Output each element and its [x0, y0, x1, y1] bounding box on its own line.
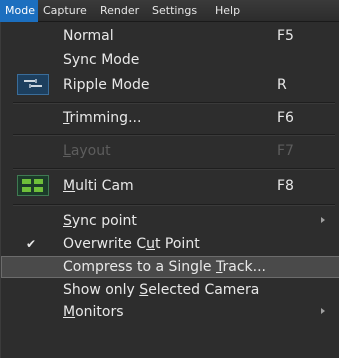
menu-bar: Mode Capture Render Settings Help — [0, 0, 339, 22]
menu-mode[interactable]: Mode — [0, 0, 38, 22]
submenu-arrow-icon — [321, 308, 325, 314]
mode-dropdown-menu: Normal F5 Sync Mode Ripple Mode R Trimmi… — [0, 22, 339, 358]
menu-item-ripple-mode[interactable]: Ripple Mode R — [1, 74, 339, 96]
menu-separator — [13, 102, 335, 104]
menu-capture[interactable]: Capture — [38, 0, 95, 22]
menu-item-label: Multi Cam — [63, 178, 134, 194]
menu-separator — [13, 134, 335, 136]
menu-item-label: Compress to a Single Track... — [63, 259, 266, 275]
menu-help[interactable]: Help — [210, 0, 247, 22]
menu-render[interactable]: Render — [95, 0, 147, 22]
multi-cam-icon — [17, 175, 49, 196]
menu-item-label: Normal — [63, 28, 114, 44]
menu-item-compress-to-single-track[interactable]: Compress to a Single Track... — [1, 256, 339, 278]
menu-item-sync-point[interactable]: Sync point — [1, 210, 339, 232]
menu-item-label: Overwrite Cut Point — [63, 236, 200, 252]
menu-item-monitors[interactable]: Monitors — [1, 301, 339, 323]
menu-item-trimming[interactable]: Trimming... F6 — [1, 107, 339, 129]
menu-item-label: Trimming... — [63, 110, 142, 126]
menu-item-label: Sync point — [63, 213, 137, 229]
menu-item-label: Sync Mode — [63, 52, 140, 68]
menu-item-label: Layout — [63, 143, 111, 159]
menu-item-shortcut: F8 — [277, 178, 294, 194]
menu-settings[interactable]: Settings — [147, 0, 210, 22]
menu-separator — [13, 204, 335, 206]
menu-item-shortcut: R — [277, 77, 287, 93]
menu-item-label: Monitors — [63, 304, 124, 320]
menu-item-shortcut: F6 — [277, 110, 294, 126]
menu-item-normal[interactable]: Normal F5 — [1, 25, 339, 47]
submenu-arrow-icon — [321, 217, 325, 223]
menu-item-shortcut: F5 — [277, 28, 294, 44]
menu-separator — [13, 168, 335, 170]
menu-item-show-only-selected-camera[interactable]: Show only Selected Camera — [1, 279, 339, 301]
ripple-mode-icon — [17, 74, 49, 95]
menu-item-sync-mode[interactable]: Sync Mode — [1, 49, 339, 71]
menu-item-shortcut: F7 — [277, 143, 294, 159]
menu-item-layout: Layout F7 — [1, 140, 339, 162]
menu-item-multi-cam[interactable]: Multi Cam F8 — [1, 175, 339, 197]
menu-item-label: Show only Selected Camera — [63, 282, 260, 298]
menu-item-overwrite-cut-point[interactable]: ✔ Overwrite Cut Point — [1, 233, 339, 255]
menu-item-label: Ripple Mode — [63, 77, 150, 93]
checkmark-icon: ✔ — [26, 237, 37, 251]
